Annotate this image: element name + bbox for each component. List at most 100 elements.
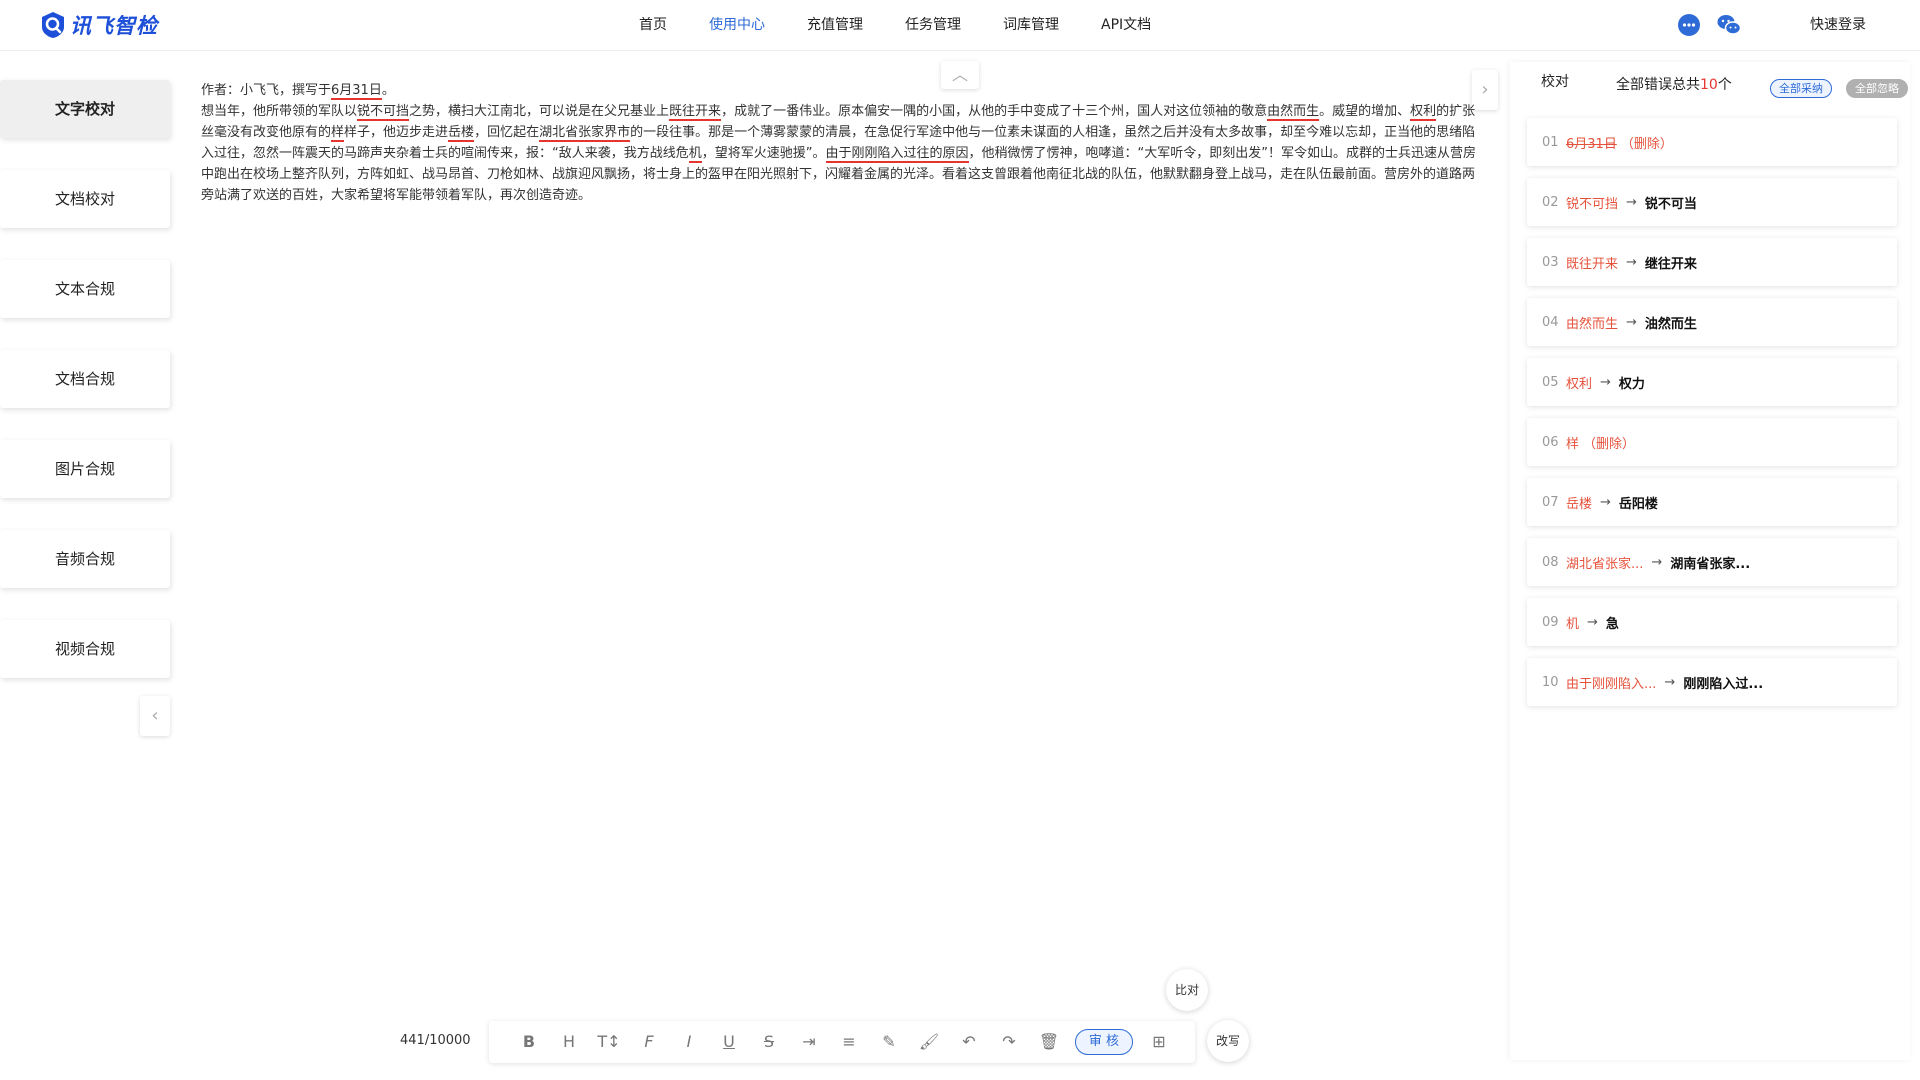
error-suggestion: 刚刚陷入过... [1683, 676, 1764, 692]
error-original: 由于刚刚陷入... [1566, 676, 1657, 692]
logo-text: 讯飞智检 [70, 14, 158, 38]
error-total: 全部错误总共10个 [1616, 77, 1732, 93]
undo-button[interactable]: ↶ [949, 1021, 989, 1063]
char-count: 441/10000 [400, 1033, 471, 1048]
error-mark[interactable]: 由然而生 [1267, 104, 1320, 121]
sidebar-item-video-compliance[interactable]: 视频合规 [0, 620, 170, 678]
arrow-right-icon: → [1651, 554, 1663, 570]
underline-button[interactable]: U [709, 1021, 749, 1063]
error-suggestion: 继往开来 [1644, 256, 1697, 272]
error-suggestion: 湖南省张家... [1670, 556, 1751, 572]
brush-button[interactable]: 🖌 [909, 1021, 949, 1063]
bold-button[interactable]: B [509, 1021, 549, 1063]
arrow-right-icon: → [1587, 614, 1598, 630]
logo-icon [42, 12, 64, 38]
nav-lexicon[interactable]: 词库管理 [982, 0, 1080, 50]
error-mark[interactable]: 湖北省张家界市 [539, 125, 631, 142]
error-original: 锐不可挡 [1566, 196, 1619, 212]
indent-icon: ⇥ [802, 1032, 816, 1051]
nav-home[interactable]: 首页 [618, 0, 688, 50]
nav-api-docs[interactable]: API文档 [1080, 0, 1172, 50]
error-mark[interactable]: 既往开来 [669, 104, 722, 121]
accept-all-button[interactable]: 全部采纳 [1770, 79, 1832, 98]
error-item[interactable]: 09 机 → 急 [1527, 598, 1897, 646]
error-delete-note: （删除） [1583, 436, 1636, 452]
error-original: 权利 [1566, 376, 1593, 392]
delete-button[interactable]: 🗑 [1029, 1021, 1069, 1063]
align-icon: ≡ [842, 1032, 856, 1051]
trash-icon: 🗑 [1038, 1032, 1060, 1051]
error-item[interactable]: 03 既往开来 → 继往开来 [1527, 238, 1897, 286]
error-item[interactable]: 06 样 （删除） [1527, 418, 1897, 466]
rewrite-button[interactable]: 改写 [1207, 1020, 1249, 1062]
nav-recharge[interactable]: 充值管理 [786, 0, 884, 50]
error-item[interactable]: 08 湖北省张家... → 湖南省张家... [1527, 538, 1897, 586]
redo-icon: ↷ [1002, 1032, 1016, 1051]
error-mark[interactable]: 6月31日 [331, 83, 382, 100]
sidebar: 文字校对 文档校对 文本合规 文档合规 图片合规 音频合规 视频合规 [0, 80, 170, 710]
error-original: 6月31日 [1566, 136, 1617, 152]
brush-icon: 🖌 [918, 1032, 940, 1051]
error-item[interactable]: 04 由然而生 → 油然而生 [1527, 298, 1897, 346]
chevron-left-icon: ‹ [151, 705, 159, 726]
top-header: 讯飞智检 首页 使用中心 充值管理 任务管理 词库管理 API文档 快速登录 [0, 0, 1920, 51]
align-button[interactable]: ≡ [829, 1021, 869, 1063]
sidebar-item-text-compliance[interactable]: 文本合规 [0, 260, 170, 318]
error-mark[interactable]: 岳楼 [448, 125, 475, 142]
heading-button[interactable]: H [549, 1021, 589, 1063]
main-nav: 首页 使用中心 充值管理 任务管理 词库管理 API文档 [618, 0, 1172, 50]
tab-proofread[interactable]: 校对 [1531, 68, 1591, 108]
error-original: 既往开来 [1566, 256, 1619, 272]
error-mark[interactable]: 机 [688, 146, 702, 163]
error-suggestion: 权力 [1618, 376, 1645, 392]
error-item[interactable]: 05 权利 → 权力 [1527, 358, 1897, 406]
audit-button[interactable]: 审 核 [1075, 1029, 1133, 1055]
font-size-button[interactable]: T↕ [589, 1021, 629, 1063]
arrow-right-icon: → [1626, 194, 1637, 210]
sidebar-item-image-compliance[interactable]: 图片合规 [0, 440, 170, 498]
grid-icon: ⊞ [1152, 1032, 1166, 1051]
error-mark[interactable]: 由于刚刚陷入过往的原因 [825, 146, 969, 163]
nav-usage-center[interactable]: 使用中心 [688, 0, 786, 50]
customer-service-icon[interactable] [1676, 12, 1702, 38]
undo-icon: ↶ [962, 1032, 976, 1051]
error-mark[interactable]: 锐不可挡 [357, 104, 410, 121]
strikethrough-button[interactable]: S [749, 1021, 789, 1063]
wechat-icon[interactable] [1716, 12, 1742, 38]
error-mark[interactable]: 样 [331, 125, 345, 142]
sidebar-item-doc-proofread[interactable]: 文档校对 [0, 170, 170, 228]
error-item[interactable]: 07 岳楼 → 岳阳楼 [1527, 478, 1897, 526]
arrow-right-icon: → [1626, 254, 1637, 270]
grid-button[interactable]: ⊞ [1139, 1021, 1179, 1063]
logo[interactable]: 讯飞智检 [40, 10, 158, 40]
text-editor[interactable]: 作者：小飞飞，撰写于6月31日。 想当年，他所带领的军队以锐不可挡之势，横扫大江… [201, 80, 1477, 206]
error-suggestion: 锐不可当 [1644, 196, 1697, 212]
sidebar-item-doc-compliance[interactable]: 文档合规 [0, 350, 170, 408]
compare-button[interactable]: 比对 [1166, 969, 1208, 1011]
quick-login-link[interactable]: 快速登录 [1810, 0, 1866, 50]
error-mark[interactable]: 权利 [1410, 104, 1437, 121]
sidebar-item-audio-compliance[interactable]: 音频合规 [0, 530, 170, 588]
indent-button[interactable]: ⇥ [789, 1021, 829, 1063]
error-suggestion: 油然而生 [1644, 316, 1697, 332]
redo-button[interactable]: ↷ [989, 1021, 1029, 1063]
error-list: 01 6月31日 （删除） 02 锐不可挡 → 锐不可当 03 既往开来 → 继… [1527, 118, 1897, 718]
error-item[interactable]: 02 锐不可挡 → 锐不可当 [1527, 178, 1897, 226]
collapse-sidebar-button[interactable]: ‹ [140, 696, 170, 736]
arrow-right-icon: → [1600, 494, 1611, 510]
error-suggestion: 岳阳楼 [1618, 496, 1658, 512]
chevron-right-icon: › [1481, 79, 1489, 100]
editor-author-line: 作者：小飞飞，撰写于6月31日。 [201, 83, 395, 100]
ignore-all-button[interactable]: 全部忽略 [1846, 79, 1908, 98]
sidebar-item-text-proofread[interactable]: 文字校对 [0, 80, 170, 138]
nav-tasks[interactable]: 任务管理 [884, 0, 982, 50]
error-item[interactable]: 10 由于刚刚陷入... → 刚刚陷入过... [1527, 658, 1897, 706]
error-original: 岳楼 [1566, 496, 1593, 512]
italic-button[interactable]: I [669, 1021, 709, 1063]
error-item[interactable]: 01 6月31日 （删除） [1527, 118, 1897, 166]
arrow-right-icon: → [1600, 374, 1611, 390]
eraser-icon: ✎ [882, 1032, 896, 1051]
editor-toolbar: B H T↕ F I U S ⇥ ≡ ✎ 🖌 ↶ ↷ 🗑 审 核 ⊞ [489, 1021, 1195, 1063]
clear-format-button[interactable]: F [629, 1021, 669, 1063]
eraser-button[interactable]: ✎ [869, 1021, 909, 1063]
